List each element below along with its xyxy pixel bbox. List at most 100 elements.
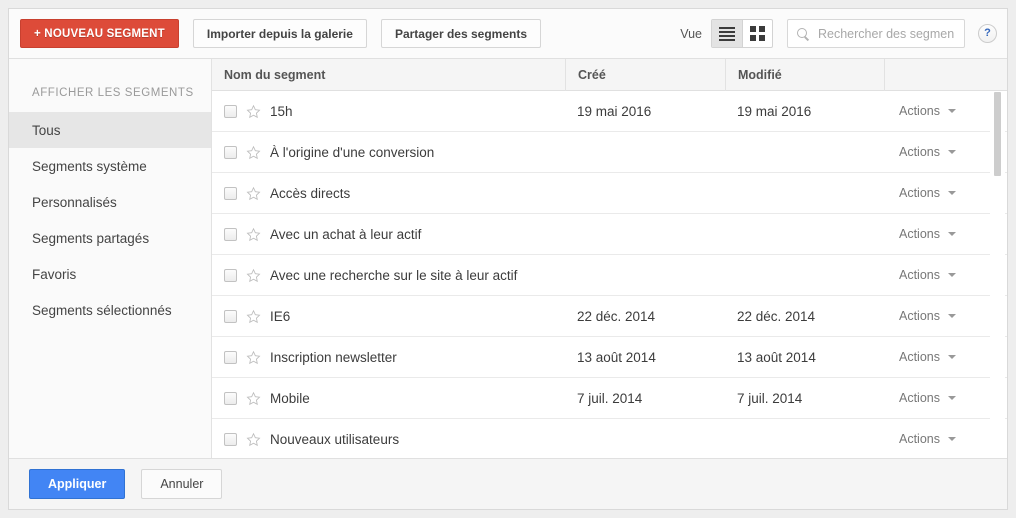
toolbar: + NOUVEAU SEGMENT Importer depuis la gal… xyxy=(9,9,1007,59)
created-date-cell xyxy=(565,419,725,459)
row-actions-button[interactable]: Actions xyxy=(884,296,1007,337)
row-actions-label: Actions xyxy=(899,186,940,200)
favorite-star-icon[interactable] xyxy=(246,391,261,406)
import-from-gallery-button[interactable]: Importer depuis la galerie xyxy=(192,19,367,48)
favorite-star-icon[interactable] xyxy=(246,104,261,119)
sidebar-item-favoris[interactable]: Favoris xyxy=(9,256,211,292)
segment-name-cell: Accès directs xyxy=(212,173,565,214)
row-checkbox[interactable] xyxy=(224,104,237,118)
row-actions-button[interactable]: Actions xyxy=(884,255,1007,296)
table-scrollbar-thumb[interactable] xyxy=(994,92,1001,176)
row-actions-button[interactable]: Actions xyxy=(884,337,1007,378)
row-actions-button[interactable]: Actions xyxy=(884,173,1007,214)
modified-date-cell xyxy=(725,255,884,296)
table-row[interactable]: 15h 19 mai 2016 19 mai 2016 Actions xyxy=(212,91,1007,132)
help-icon[interactable]: ? xyxy=(978,24,997,43)
apply-button[interactable]: Appliquer xyxy=(29,469,126,499)
segment-name-cell: 15h xyxy=(212,91,565,132)
table-row[interactable]: Accès directs Actions xyxy=(212,173,1007,214)
segment-name-label: 15h xyxy=(270,103,293,119)
row-actions-button[interactable]: Actions xyxy=(884,214,1007,255)
row-actions-label: Actions xyxy=(899,309,940,323)
favorite-star-icon[interactable] xyxy=(246,350,261,365)
created-date-cell xyxy=(565,214,725,255)
segments-table: Nom du segment Créé Modifié 15h 19 mai 20… xyxy=(212,59,1007,458)
table-row[interactable]: Nouveaux utilisateurs Actions xyxy=(212,419,1007,458)
sidebar-item-segments-systeme[interactable]: Segments système xyxy=(9,148,211,184)
sidebar-item-label: Segments sélectionnés xyxy=(32,302,172,318)
modified-date-cell: 7 juil. 2014 xyxy=(737,390,803,406)
created-date-cell: 13 août 2014 xyxy=(577,349,656,365)
row-actions-button[interactable]: Actions xyxy=(884,419,1007,459)
row-actions-button[interactable]: Actions xyxy=(884,378,1007,419)
row-actions-button[interactable]: Actions xyxy=(884,91,1007,132)
chevron-down-icon xyxy=(948,109,956,113)
row-checkbox[interactable] xyxy=(224,350,237,364)
table-row[interactable]: Inscription newsletter 13 août 2014 13 aoû… xyxy=(212,337,1007,378)
segment-name-label: Inscription newsletter xyxy=(270,349,397,365)
row-checkbox[interactable] xyxy=(224,432,237,446)
table-row[interactable]: IE6 22 déc. 2014 22 déc. 2014 Actions xyxy=(212,296,1007,337)
segment-name-cell: Mobile xyxy=(212,378,565,419)
toolbar-right-group: Vue ? xyxy=(680,19,997,48)
favorite-star-icon[interactable] xyxy=(246,268,261,283)
row-checkbox[interactable] xyxy=(224,186,237,200)
row-actions-button[interactable]: Actions xyxy=(884,132,1007,173)
sidebar-item-label: Segments partagés xyxy=(32,230,150,246)
footer: Appliquer Annuler xyxy=(9,458,1007,509)
column-header-modified[interactable]: Modifié xyxy=(725,59,884,91)
sidebar-item-segments-partages[interactable]: Segments partagés xyxy=(9,220,211,256)
sidebar-item-label: Tous xyxy=(32,122,61,138)
row-actions-label: Actions xyxy=(899,104,940,118)
row-checkbox[interactable] xyxy=(224,145,237,159)
modified-date-cell xyxy=(725,173,884,214)
cancel-button[interactable]: Annuler xyxy=(141,469,223,499)
list-view-button[interactable] xyxy=(712,20,742,47)
row-checkbox[interactable] xyxy=(224,268,237,282)
chevron-down-icon xyxy=(948,232,956,236)
favorite-star-icon[interactable] xyxy=(246,227,261,242)
new-segment-button[interactable]: + NOUVEAU SEGMENT xyxy=(20,19,179,48)
sidebar-item-label: Favoris xyxy=(32,266,77,282)
favorite-star-icon[interactable] xyxy=(246,186,261,201)
created-date-cell: 19 mai 2016 xyxy=(577,103,652,119)
chevron-down-icon xyxy=(948,355,956,359)
table-row[interactable]: Mobile 7 juil. 2014 7 juil. 2014 Actions xyxy=(212,378,1007,419)
favorite-star-icon[interactable] xyxy=(246,145,261,160)
row-actions-label: Actions xyxy=(899,227,940,241)
created-date-cell xyxy=(565,173,725,214)
table-row[interactable]: Avec un achat à leur actif Actions xyxy=(212,214,1007,255)
grid-view-button[interactable] xyxy=(742,20,772,47)
modified-date-cell: 13 août 2014 xyxy=(737,349,816,365)
column-header-created[interactable]: Créé xyxy=(565,59,725,91)
segment-name-cell: À l'origine d'une conversion xyxy=(212,132,565,173)
segment-name-label: Avec une recherche sur le site à leur ac… xyxy=(270,267,518,283)
table-scrollbar[interactable] xyxy=(990,92,1005,458)
search-icon xyxy=(796,27,810,41)
search-box[interactable] xyxy=(787,19,965,48)
search-input[interactable] xyxy=(816,25,956,42)
created-date-cell: 7 juil. 2014 xyxy=(577,390,643,406)
row-checkbox[interactable] xyxy=(224,227,237,241)
sidebar-item-segments-selectionnes[interactable]: Segments sélectionnés xyxy=(9,292,211,328)
share-segments-button[interactable]: Partager des segments xyxy=(380,19,541,48)
chevron-down-icon xyxy=(948,273,956,277)
segment-name-cell: Nouveaux utilisateurs xyxy=(212,419,565,459)
sidebar-item-personnalises[interactable]: Personnalisés xyxy=(9,184,211,220)
column-header-name[interactable]: Nom du segment xyxy=(212,59,565,91)
modified-date-cell: 22 déc. 2014 xyxy=(737,308,816,324)
segment-name-cell: Avec une recherche sur le site à leur ac… xyxy=(212,255,565,296)
row-checkbox[interactable] xyxy=(224,391,237,405)
table-row[interactable]: À l'origine d'une conversion Actions xyxy=(212,132,1007,173)
row-actions-label: Actions xyxy=(899,350,940,364)
modified-date-cell xyxy=(725,419,884,459)
created-date-cell xyxy=(565,255,725,296)
favorite-star-icon[interactable] xyxy=(246,432,261,447)
sidebar-item-tous[interactable]: Tous xyxy=(9,112,211,148)
row-checkbox[interactable] xyxy=(224,309,237,323)
table-header-row: Nom du segment Créé Modifié xyxy=(212,59,1007,91)
modified-date-cell xyxy=(725,132,884,173)
favorite-star-icon[interactable] xyxy=(246,309,261,324)
modified-date-cell xyxy=(725,214,884,255)
table-row[interactable]: Avec une recherche sur le site à leur ac… xyxy=(212,255,1007,296)
